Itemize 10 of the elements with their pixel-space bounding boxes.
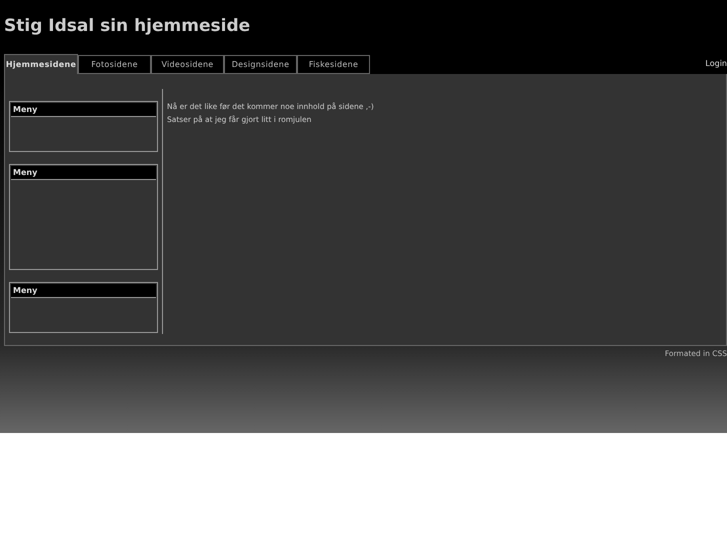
site-title: Stig Idsal sin hjemmeside xyxy=(3,15,252,38)
nav-tab[interactable]: Fiskesidene xyxy=(297,55,370,74)
menu-box-title: Meny xyxy=(11,103,156,117)
menu-box-title: Meny xyxy=(11,166,156,180)
nav-tab[interactable]: Designsidene xyxy=(224,55,297,74)
nav-tab[interactable]: Hjemmesidene xyxy=(4,54,78,74)
menu-box-title: Meny xyxy=(11,284,156,298)
nav-tab[interactable]: Fotosidene xyxy=(78,55,151,74)
login-link[interactable]: Login xyxy=(705,58,727,70)
nav-tab[interactable]: Videosidene xyxy=(151,55,224,74)
